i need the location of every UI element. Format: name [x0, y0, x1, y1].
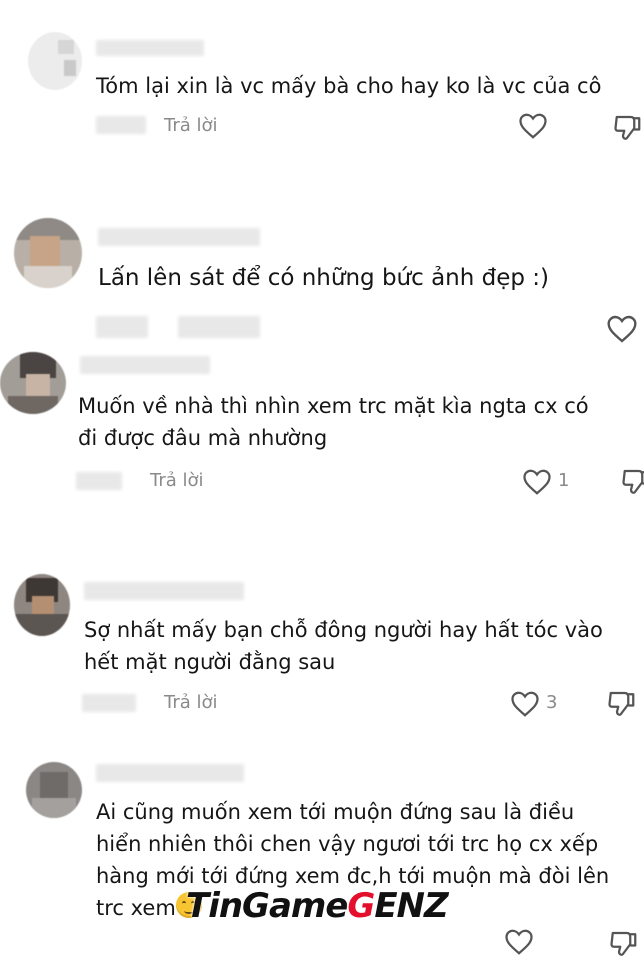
username-blurred: [84, 582, 244, 600]
reply-button[interactable]: Trả lời: [164, 692, 218, 713]
dislike-icon[interactable]: [612, 112, 644, 142]
timestamp-blurred: [76, 472, 122, 490]
timestamp-blurred: [96, 116, 146, 134]
like-count: 1: [558, 470, 570, 491]
timestamp-blurred: [96, 316, 148, 338]
username-blurred: [96, 40, 204, 56]
comment-text-line: Sợ nhất mấy bạn chỗ đông người hay hất t…: [84, 618, 603, 642]
like-count: 3: [546, 692, 558, 713]
comment-text-line: đi được đâu mà nhường: [78, 426, 328, 450]
username-blurred: [96, 764, 244, 782]
comment-text-line: Ai cũng muốn xem tới muộn đứng sau là đi…: [96, 800, 575, 824]
timestamp-blurred: [82, 694, 136, 712]
comment-text-line: hết mặt người đằng sau: [84, 650, 336, 674]
heart-icon[interactable]: [522, 468, 552, 496]
username-blurred: [80, 356, 210, 374]
watermark-part1: TinGame: [186, 886, 348, 926]
avatar[interactable]: [28, 32, 82, 90]
heart-icon[interactable]: [518, 112, 548, 140]
dislike-icon[interactable]: [620, 466, 644, 496]
watermark-part3: ENZ: [374, 886, 448, 926]
watermark-logo: TinGameGENZ: [186, 886, 449, 926]
heart-icon[interactable]: [510, 690, 540, 718]
avatar[interactable]: [14, 218, 82, 288]
username-blurred: [98, 228, 260, 246]
comment-text: Tóm lại xin là vc mấy bà cho hay ko là v…: [96, 74, 602, 98]
comment-text: Lấn lên sát để có những bức ảnh đẹp :): [98, 265, 550, 291]
comment-text-line: trc xem: [96, 896, 176, 920]
dislike-icon[interactable]: [606, 688, 638, 718]
reply-blurred: [178, 316, 260, 338]
watermark-part2: G: [347, 886, 375, 926]
heart-icon[interactable]: [606, 314, 638, 344]
reply-button[interactable]: Trả lời: [164, 115, 218, 136]
avatar[interactable]: [26, 762, 82, 818]
comment-text-line: hiển nhiên thôi chen vậy ngươi tới trc h…: [96, 832, 599, 856]
avatar[interactable]: [0, 352, 66, 414]
avatar[interactable]: [14, 574, 70, 636]
comment-text-line: Muốn về nhà thì nhìn xem trc mặt kìa ngt…: [78, 394, 589, 418]
reply-button[interactable]: Trả lời: [150, 470, 204, 491]
heart-icon[interactable]: [504, 928, 534, 956]
dislike-icon[interactable]: [608, 928, 640, 958]
